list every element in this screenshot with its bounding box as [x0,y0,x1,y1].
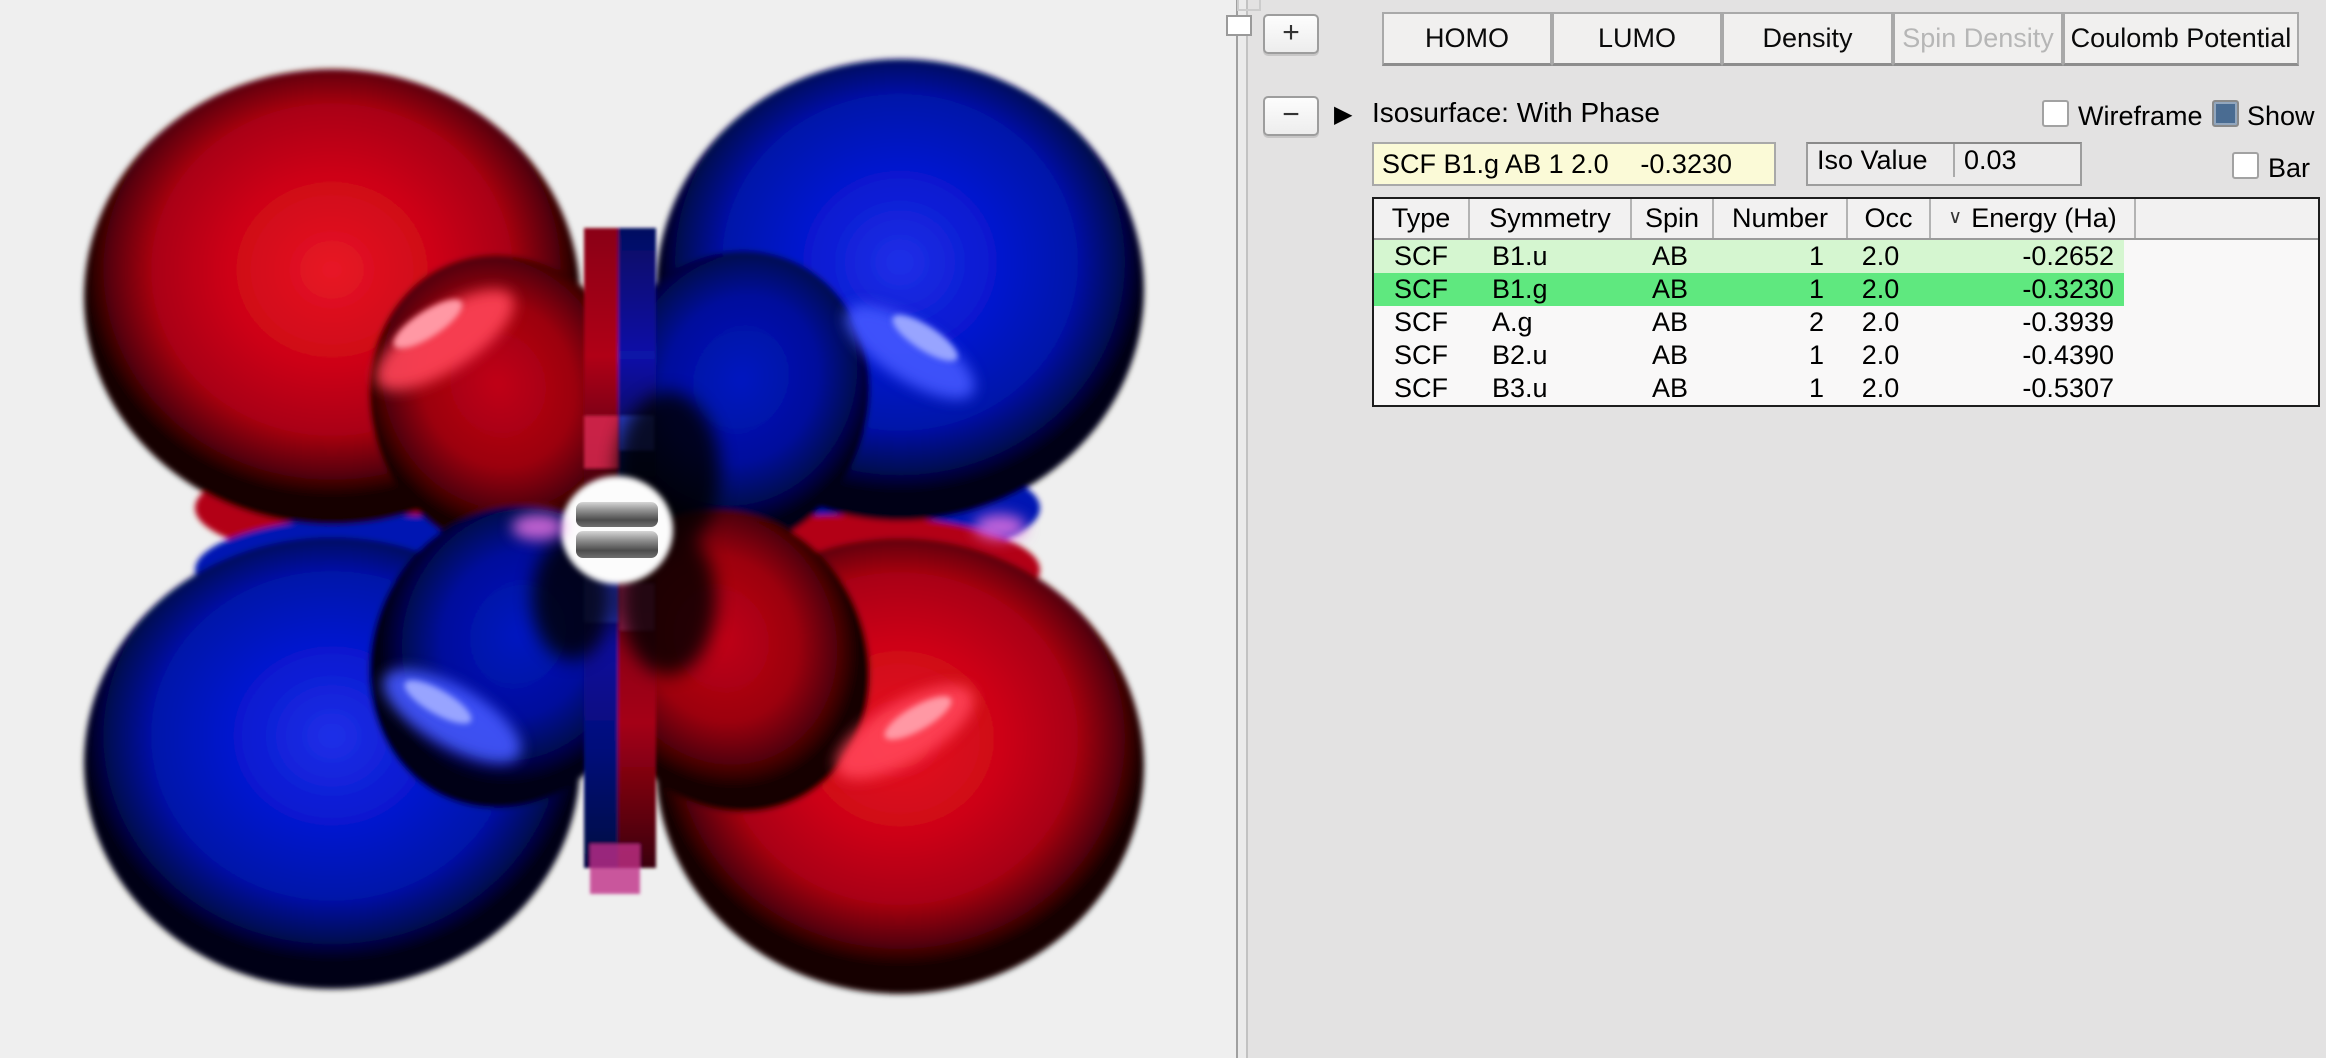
table-row[interactable]: SCF B1.u AB 1 2.0 -0.2652 [1374,240,2318,273]
molecule-3d-viewport[interactable] [0,0,1236,1058]
cell-energy: -0.3939 [1921,306,2124,339]
iso-value-input[interactable]: 0.03 [1955,144,2080,177]
table-row[interactable]: SCF B3.u AB 1 2.0 -0.5307 [1374,372,2318,405]
cell-energy: -0.4390 [1921,339,2124,372]
cell-occ: 2.0 [1840,273,1921,306]
table-row-selected[interactable]: SCF B1.g AB 1 2.0 -0.3230 [1374,273,2318,306]
table-row[interactable]: SCF A.g AB 2 2.0 -0.3939 [1374,306,2318,339]
application-window: + − HOMO LUMO Density Spin Density Coulo… [0,0,2326,1058]
isosurface-mode-label: Isosurface: With Phase [1372,97,1660,129]
tab-lumo[interactable]: LUMO [1552,12,1722,66]
table-row[interactable]: SCF B2.u AB 1 2.0 -0.4390 [1374,339,2318,372]
cell-symmetry: B2.u [1468,339,1628,372]
col-header-type[interactable]: Type [1374,199,1470,238]
remove-surface-button[interactable]: − [1263,96,1319,136]
cell-energy: -0.2652 [1921,240,2124,273]
cell-spin: AB [1628,240,1708,273]
cell-symmetry: B3.u [1468,372,1628,405]
tab-spin-density: Spin Density [1893,12,2063,66]
surface-type-tabs: HOMO LUMO Density Spin Density Coulomb P… [1382,12,2299,61]
cell-spin: AB [1628,372,1708,405]
selected-orbital-energy: -0.3230 [1640,149,1732,180]
splitter-notch [1237,0,1261,11]
cell-number: 2 [1708,306,1840,339]
iso-value-control: Iso Value 0.03 [1806,142,2082,186]
cell-type: SCF [1374,339,1468,372]
orbital-table-header: Type Symmetry Spin Number Occ ∨ Energy (… [1374,199,2318,240]
cell-number: 1 [1708,273,1840,306]
cell-type: SCF [1374,306,1468,339]
cell-number: 1 [1708,240,1840,273]
iso-value-label: Iso Value [1808,144,1955,177]
show-checkbox[interactable] [2212,100,2239,127]
col-header-number[interactable]: Number [1714,199,1848,238]
cell-occ: 2.0 [1840,306,1921,339]
cell-spin: AB [1628,339,1708,372]
cell-number: 1 [1708,372,1840,405]
tab-coulomb-potential[interactable]: Coulomb Potential [2063,12,2299,66]
cell-symmetry: A.g [1468,306,1628,339]
col-header-energy-label: Energy (Ha) [1971,203,2117,234]
surface-control-panel: + − HOMO LUMO Density Spin Density Coulo… [1248,0,2326,1058]
col-header-occ[interactable]: Occ [1848,199,1931,238]
cell-symmetry: B1.g [1468,273,1628,306]
orbital-table: Type Symmetry Spin Number Occ ∨ Energy (… [1372,197,2320,407]
cell-occ: 2.0 [1840,240,1921,273]
panel-splitter[interactable] [1236,0,1248,1058]
col-header-spin[interactable]: Spin [1632,199,1714,238]
selected-orbital-text: SCF B1.g AB 1 2.0 [1382,149,1609,180]
bar-label: Bar [2268,153,2310,183]
tab-homo[interactable]: HOMO [1382,12,1552,66]
tab-density[interactable]: Density [1722,12,1893,66]
col-header-energy[interactable]: ∨ Energy (Ha) [1931,199,2136,238]
selected-orbital-field[interactable]: SCF B1.g AB 1 2.0 -0.3230 [1372,142,1776,186]
cell-type: SCF [1374,240,1468,273]
col-header-blank [2136,199,2318,238]
show-label: Show [2247,101,2315,131]
bond-glow [561,476,673,584]
sort-descending-icon: ∨ [1948,206,1962,229]
cell-type: SCF [1374,273,1468,306]
cell-occ: 2.0 [1840,372,1921,405]
cell-spin: AB [1628,306,1708,339]
bar-checkbox[interactable] [2232,152,2259,179]
cell-energy: -0.5307 [1921,372,2124,405]
wireframe-checkbox[interactable] [2042,100,2069,127]
cell-energy: -0.3230 [1921,273,2124,306]
cell-type: SCF [1374,372,1468,405]
cell-spin: AB [1628,273,1708,306]
add-surface-button[interactable]: + [1263,14,1319,54]
cell-number: 1 [1708,339,1840,372]
cell-occ: 2.0 [1840,339,1921,372]
disclosure-triangle-icon[interactable]: ▶ [1334,100,1352,129]
orbital-isosurface-render [0,0,1236,1058]
cell-symmetry: B1.u [1468,240,1628,273]
splitter-collapse-handle[interactable] [1226,15,1252,36]
wireframe-label: Wireframe [2078,101,2203,131]
col-header-symmetry[interactable]: Symmetry [1470,199,1632,238]
